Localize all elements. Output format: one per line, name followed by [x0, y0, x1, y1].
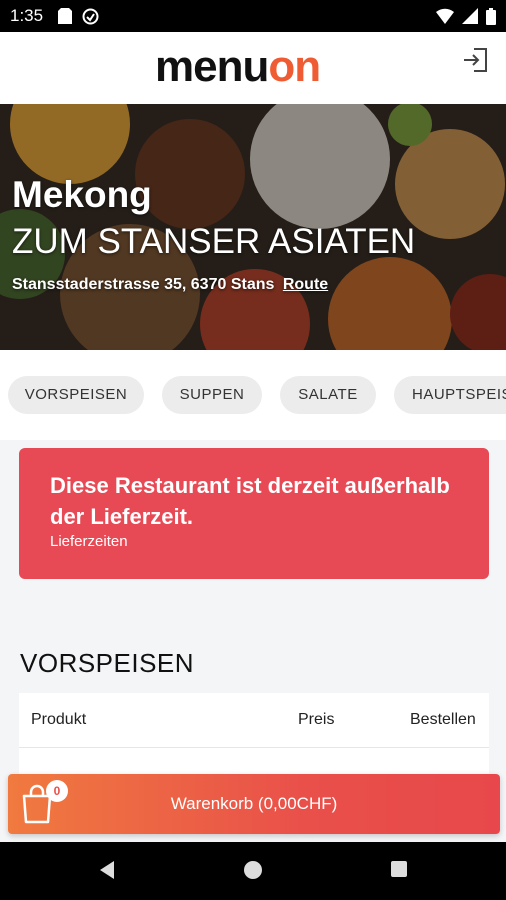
restaurant-address-line: Stansstaderstrasse 35, 6370 Stans Route	[12, 276, 328, 294]
cart-button[interactable]: 0 Warenkorb (0,00CHF)	[8, 774, 500, 834]
column-order: Bestellen	[410, 711, 476, 728]
table-header: Produkt Preis Bestellen	[19, 693, 489, 748]
logo-text-on: on	[268, 42, 321, 91]
restaurant-address: Stansstaderstrasse 35, 6370 Stans	[12, 276, 275, 293]
system-nav-bar	[0, 842, 506, 900]
signal-icon	[462, 8, 478, 24]
cart-label: Warenkorb (0,00CHF)	[170, 794, 338, 813]
restaurant-hero: Mekong ZUM STANSER ASIATEN Stansstaderst…	[0, 104, 506, 350]
restaurant-name: Mekong	[12, 174, 152, 215]
login-icon[interactable]	[462, 46, 490, 74]
logo-text-menu: menu	[155, 42, 269, 91]
section-title: VORSPEISEN	[20, 648, 195, 678]
delivery-closed-alert: Diese Restaurant ist derzeit außerhalb d…	[19, 448, 489, 579]
category-chip-hauptspeisen[interactable]: HAUPTSPEISEN	[394, 376, 506, 414]
battery-icon	[486, 8, 496, 25]
route-link[interactable]: Route	[283, 276, 328, 293]
category-chip-suppen[interactable]: SUPPEN	[162, 376, 262, 414]
delivery-times-link[interactable]: Lieferzeiten	[50, 533, 128, 550]
alert-message: Diese Restaurant ist derzeit außerhalb d…	[50, 473, 450, 529]
status-bar: 1:35	[0, 0, 506, 32]
column-product: Produkt	[31, 711, 87, 728]
wifi-icon	[436, 8, 454, 24]
menuon-logo[interactable]: menuon	[155, 42, 321, 92]
app-header: menuon	[0, 32, 506, 105]
menu-table: Produkt Preis Bestellen	[19, 693, 489, 783]
restaurant-subtitle: ZUM STANSER ASIATEN	[12, 222, 416, 261]
category-chip-vorspeisen[interactable]: VORSPEISEN	[8, 376, 144, 414]
status-time: 1:35	[10, 6, 44, 25]
back-icon[interactable]	[98, 860, 116, 880]
sd-card-icon	[58, 8, 72, 24]
category-chip-salate[interactable]: SALATE	[280, 376, 376, 414]
column-price: Preis	[298, 711, 335, 728]
home-icon[interactable]	[243, 860, 263, 880]
data-saver-icon	[82, 8, 99, 25]
recents-icon[interactable]	[390, 860, 408, 878]
category-tabs: VORSPEISEN SUPPEN SALATE HAUPTSPEISEN	[0, 350, 506, 440]
